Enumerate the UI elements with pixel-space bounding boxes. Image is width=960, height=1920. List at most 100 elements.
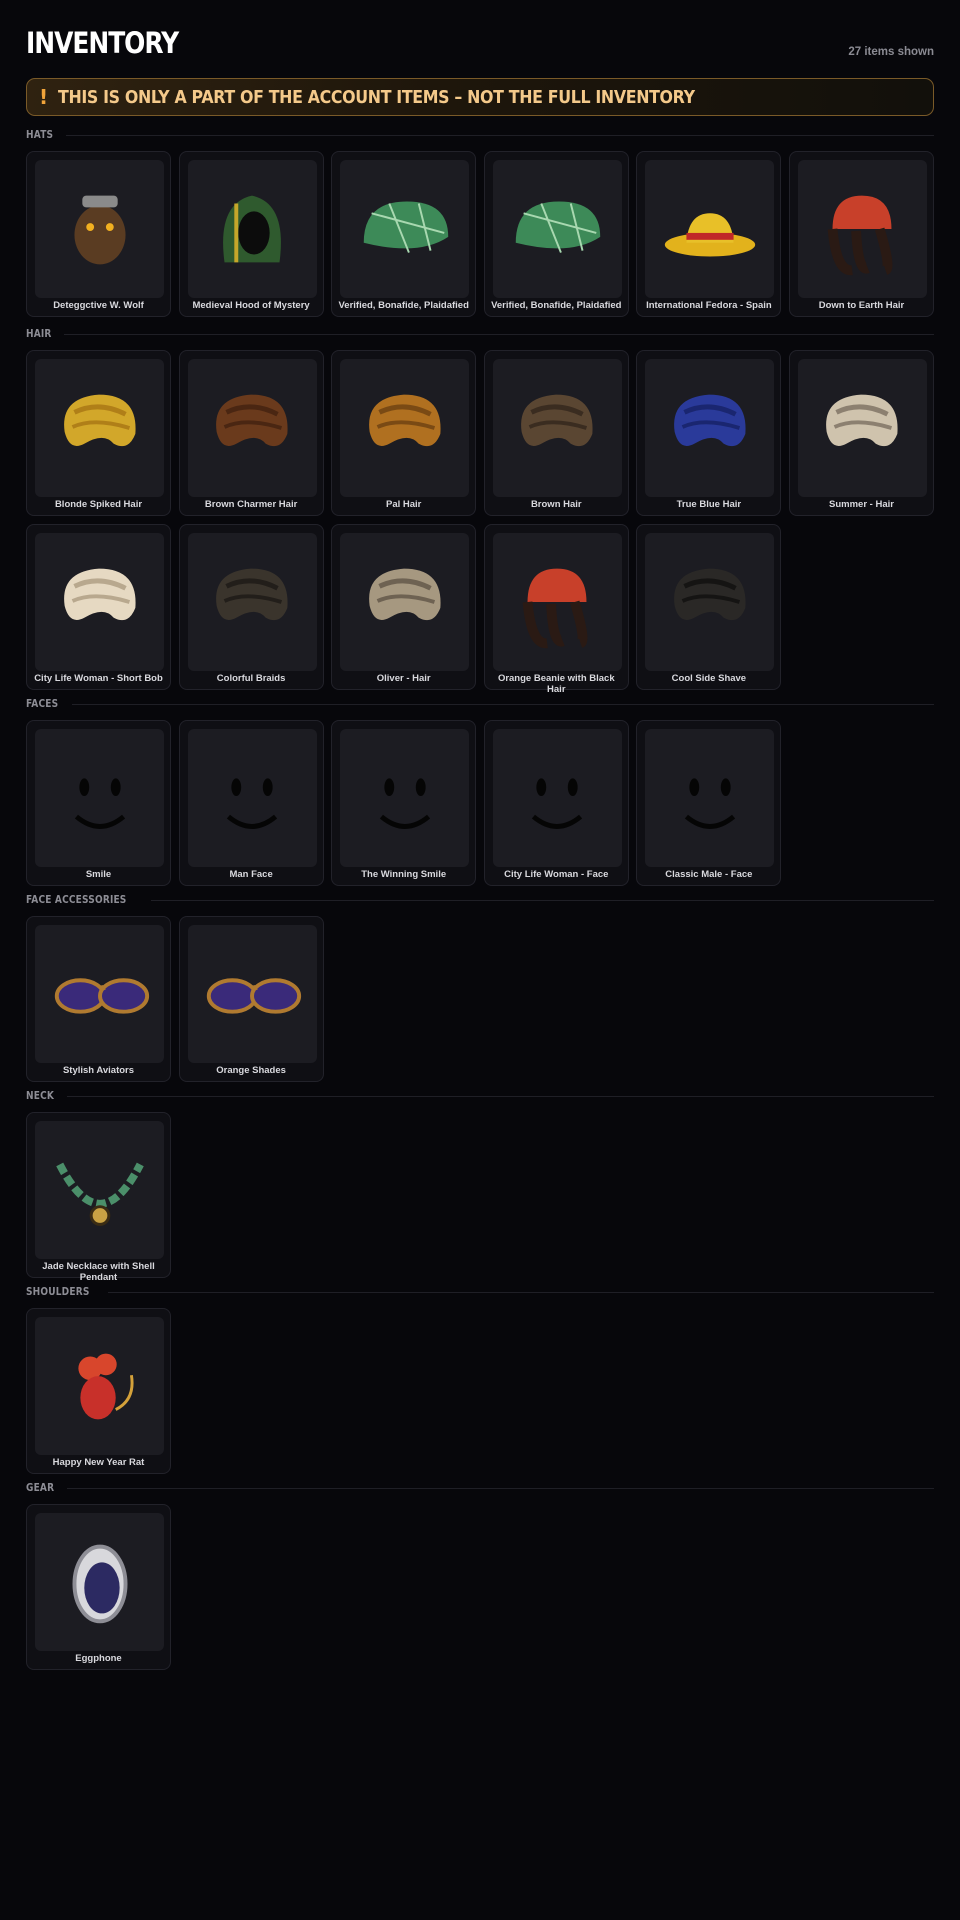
item-card[interactable]: Happy New Year Rat	[26, 1308, 171, 1474]
item-name: City Life Woman - Face	[504, 869, 609, 880]
section-header: HAIR	[26, 326, 934, 342]
section-header: FACES	[26, 696, 934, 712]
item-name: City Life Woman - Short Bob	[34, 673, 163, 684]
section-divider	[66, 1487, 934, 1489]
eggphone-icon	[35, 1513, 164, 1651]
item-card[interactable]: Stylish Aviators	[26, 916, 171, 1082]
hair-icon	[187, 533, 317, 671]
sunglasses-icon	[35, 925, 164, 1063]
item-name: Summer - Hair	[829, 499, 894, 510]
item-card[interactable]: Brown Hair	[483, 350, 629, 516]
item-name: Verified, Bonafide, Plaidafied	[338, 300, 469, 311]
section-hats: HATS Deteggctive W. Wolf Medieval Hood o…	[26, 127, 934, 317]
item-card[interactable]: Down to Earth Hair	[788, 151, 934, 317]
item-grid: Deteggctive W. Wolf Medieval Hood of Mys…	[26, 151, 934, 317]
wolf-hat-icon	[35, 160, 164, 298]
item-card[interactable]: Summer - Hair	[788, 350, 934, 516]
item-grid: Eggphone	[26, 1504, 934, 1670]
item-card[interactable]: Verified, Bonafide, Plaidafied	[483, 151, 629, 317]
section-gear: GEAR Eggphone	[26, 1480, 934, 1670]
section-header: SHOULDERS	[26, 1284, 934, 1300]
item-card[interactable]: True Blue Hair	[636, 350, 782, 516]
item-name: Classic Male - Face	[665, 869, 753, 880]
item-card[interactable]: Man Face	[178, 720, 324, 886]
warning-banner: ! THIS IS ONLY A PART OF THE ACCOUNT ITE…	[26, 78, 934, 116]
hair-icon	[340, 533, 470, 671]
section-divider	[71, 703, 934, 705]
section-shoulders: SHOULDERS Happy New Year Rat	[26, 1284, 934, 1474]
hair-icon	[797, 359, 927, 497]
section-header: NECK	[26, 1088, 934, 1104]
item-card[interactable]: City Life Woman - Face	[483, 720, 629, 886]
section-header: FACE ACCESSORIES	[26, 892, 934, 908]
face-icon	[492, 729, 622, 867]
item-card[interactable]: Deteggctive W. Wolf	[26, 151, 171, 317]
face-icon	[645, 729, 775, 867]
item-name: Cool Side Shave	[671, 673, 747, 684]
item-card[interactable]: Cool Side Shave	[636, 524, 782, 690]
item-name: Stylish Aviators	[62, 1065, 135, 1076]
item-name: True Blue Hair	[676, 499, 742, 510]
section-divider	[63, 333, 934, 335]
beanie-hair-icon	[797, 160, 927, 298]
item-name: Verified, Bonafide, Plaidafied	[491, 300, 622, 311]
item-name: Orange Shades	[216, 1065, 286, 1076]
inventory-page: INVENTORY 27 items shown ! THIS IS ONLY …	[26, 0, 934, 1670]
sunglasses-icon	[187, 925, 317, 1063]
item-card[interactable]: Eggphone	[26, 1504, 171, 1670]
item-card[interactable]: City Life Woman - Short Bob	[26, 524, 171, 690]
item-name: International Fedora - Spain	[646, 300, 772, 311]
hair-icon	[35, 359, 164, 497]
item-name: Eggphone	[75, 1653, 122, 1664]
section-neck: NECK Jade Necklace with Shell Pendant	[26, 1088, 934, 1283]
item-card[interactable]: Smile	[26, 720, 171, 886]
item-card[interactable]: Brown Charmer Hair	[178, 350, 324, 516]
item-grid: Smile Man Face The Winning Smile City Li…	[26, 720, 934, 886]
hood-icon	[187, 160, 317, 298]
item-card[interactable]: Verified, Bonafide, Plaidafied	[331, 151, 477, 317]
section-title: NECK	[26, 1090, 55, 1102]
necklace-icon	[35, 1121, 164, 1259]
item-card[interactable]: Pal Hair	[331, 350, 477, 516]
plaid-cap-icon	[492, 160, 622, 298]
section-title: GEAR	[26, 1482, 55, 1494]
section-hair: HAIR Blonde Spiked Hair Brown Charmer Ha…	[26, 326, 934, 695]
items-count: 27 items shown	[848, 46, 934, 58]
face-icon	[187, 729, 317, 867]
item-card[interactable]: Blonde Spiked Hair	[26, 350, 171, 516]
hair-icon	[187, 359, 317, 497]
fedora-icon	[645, 160, 775, 298]
item-card[interactable]: Classic Male - Face	[636, 720, 782, 886]
item-name: Colorful Braids	[216, 673, 286, 684]
item-card[interactable]: Oliver - Hair	[331, 524, 477, 690]
item-name: Pal Hair	[385, 499, 422, 510]
section-title: SHOULDERS	[26, 1286, 90, 1298]
item-card[interactable]: The Winning Smile	[331, 720, 477, 886]
item-grid: Blonde Spiked Hair Brown Charmer Hair Pa…	[26, 350, 934, 695]
beanie-hair-icon	[492, 533, 622, 671]
item-card[interactable]: Colorful Braids	[178, 524, 324, 690]
item-grid: Happy New Year Rat	[26, 1308, 934, 1474]
hair-icon	[35, 533, 164, 671]
item-grid: Stylish Aviators Orange Shades	[26, 916, 934, 1082]
item-card[interactable]: International Fedora - Spain	[636, 151, 782, 317]
item-name: Brown Charmer Hair	[204, 499, 298, 510]
item-name: Jade Necklace with Shell Pendant	[42, 1261, 155, 1283]
item-card[interactable]: Orange Shades	[178, 916, 324, 1082]
item-card[interactable]: Orange Beanie with Black Hair	[483, 524, 629, 695]
section-title: FACES	[26, 698, 59, 710]
hair-icon	[645, 533, 775, 671]
hair-icon	[645, 359, 775, 497]
section-title: HATS	[26, 129, 54, 141]
item-card[interactable]: Jade Necklace with Shell Pendant	[26, 1112, 171, 1283]
section-title: FACE ACCESSORIES	[26, 894, 127, 906]
section-face-accessories: FACE ACCESSORIES Stylish Aviators Orange…	[26, 892, 934, 1082]
hair-icon	[340, 359, 470, 497]
item-name: Medieval Hood of Mystery	[192, 300, 310, 311]
item-card[interactable]: Medieval Hood of Mystery	[178, 151, 324, 317]
warning-icon: !	[39, 85, 49, 109]
item-name: Blonde Spiked Hair	[54, 499, 143, 510]
warning-text: THIS IS ONLY A PART OF THE ACCOUNT ITEMS…	[58, 86, 695, 108]
item-grid: Jade Necklace with Shell Pendant	[26, 1112, 934, 1283]
section-divider	[65, 134, 934, 136]
